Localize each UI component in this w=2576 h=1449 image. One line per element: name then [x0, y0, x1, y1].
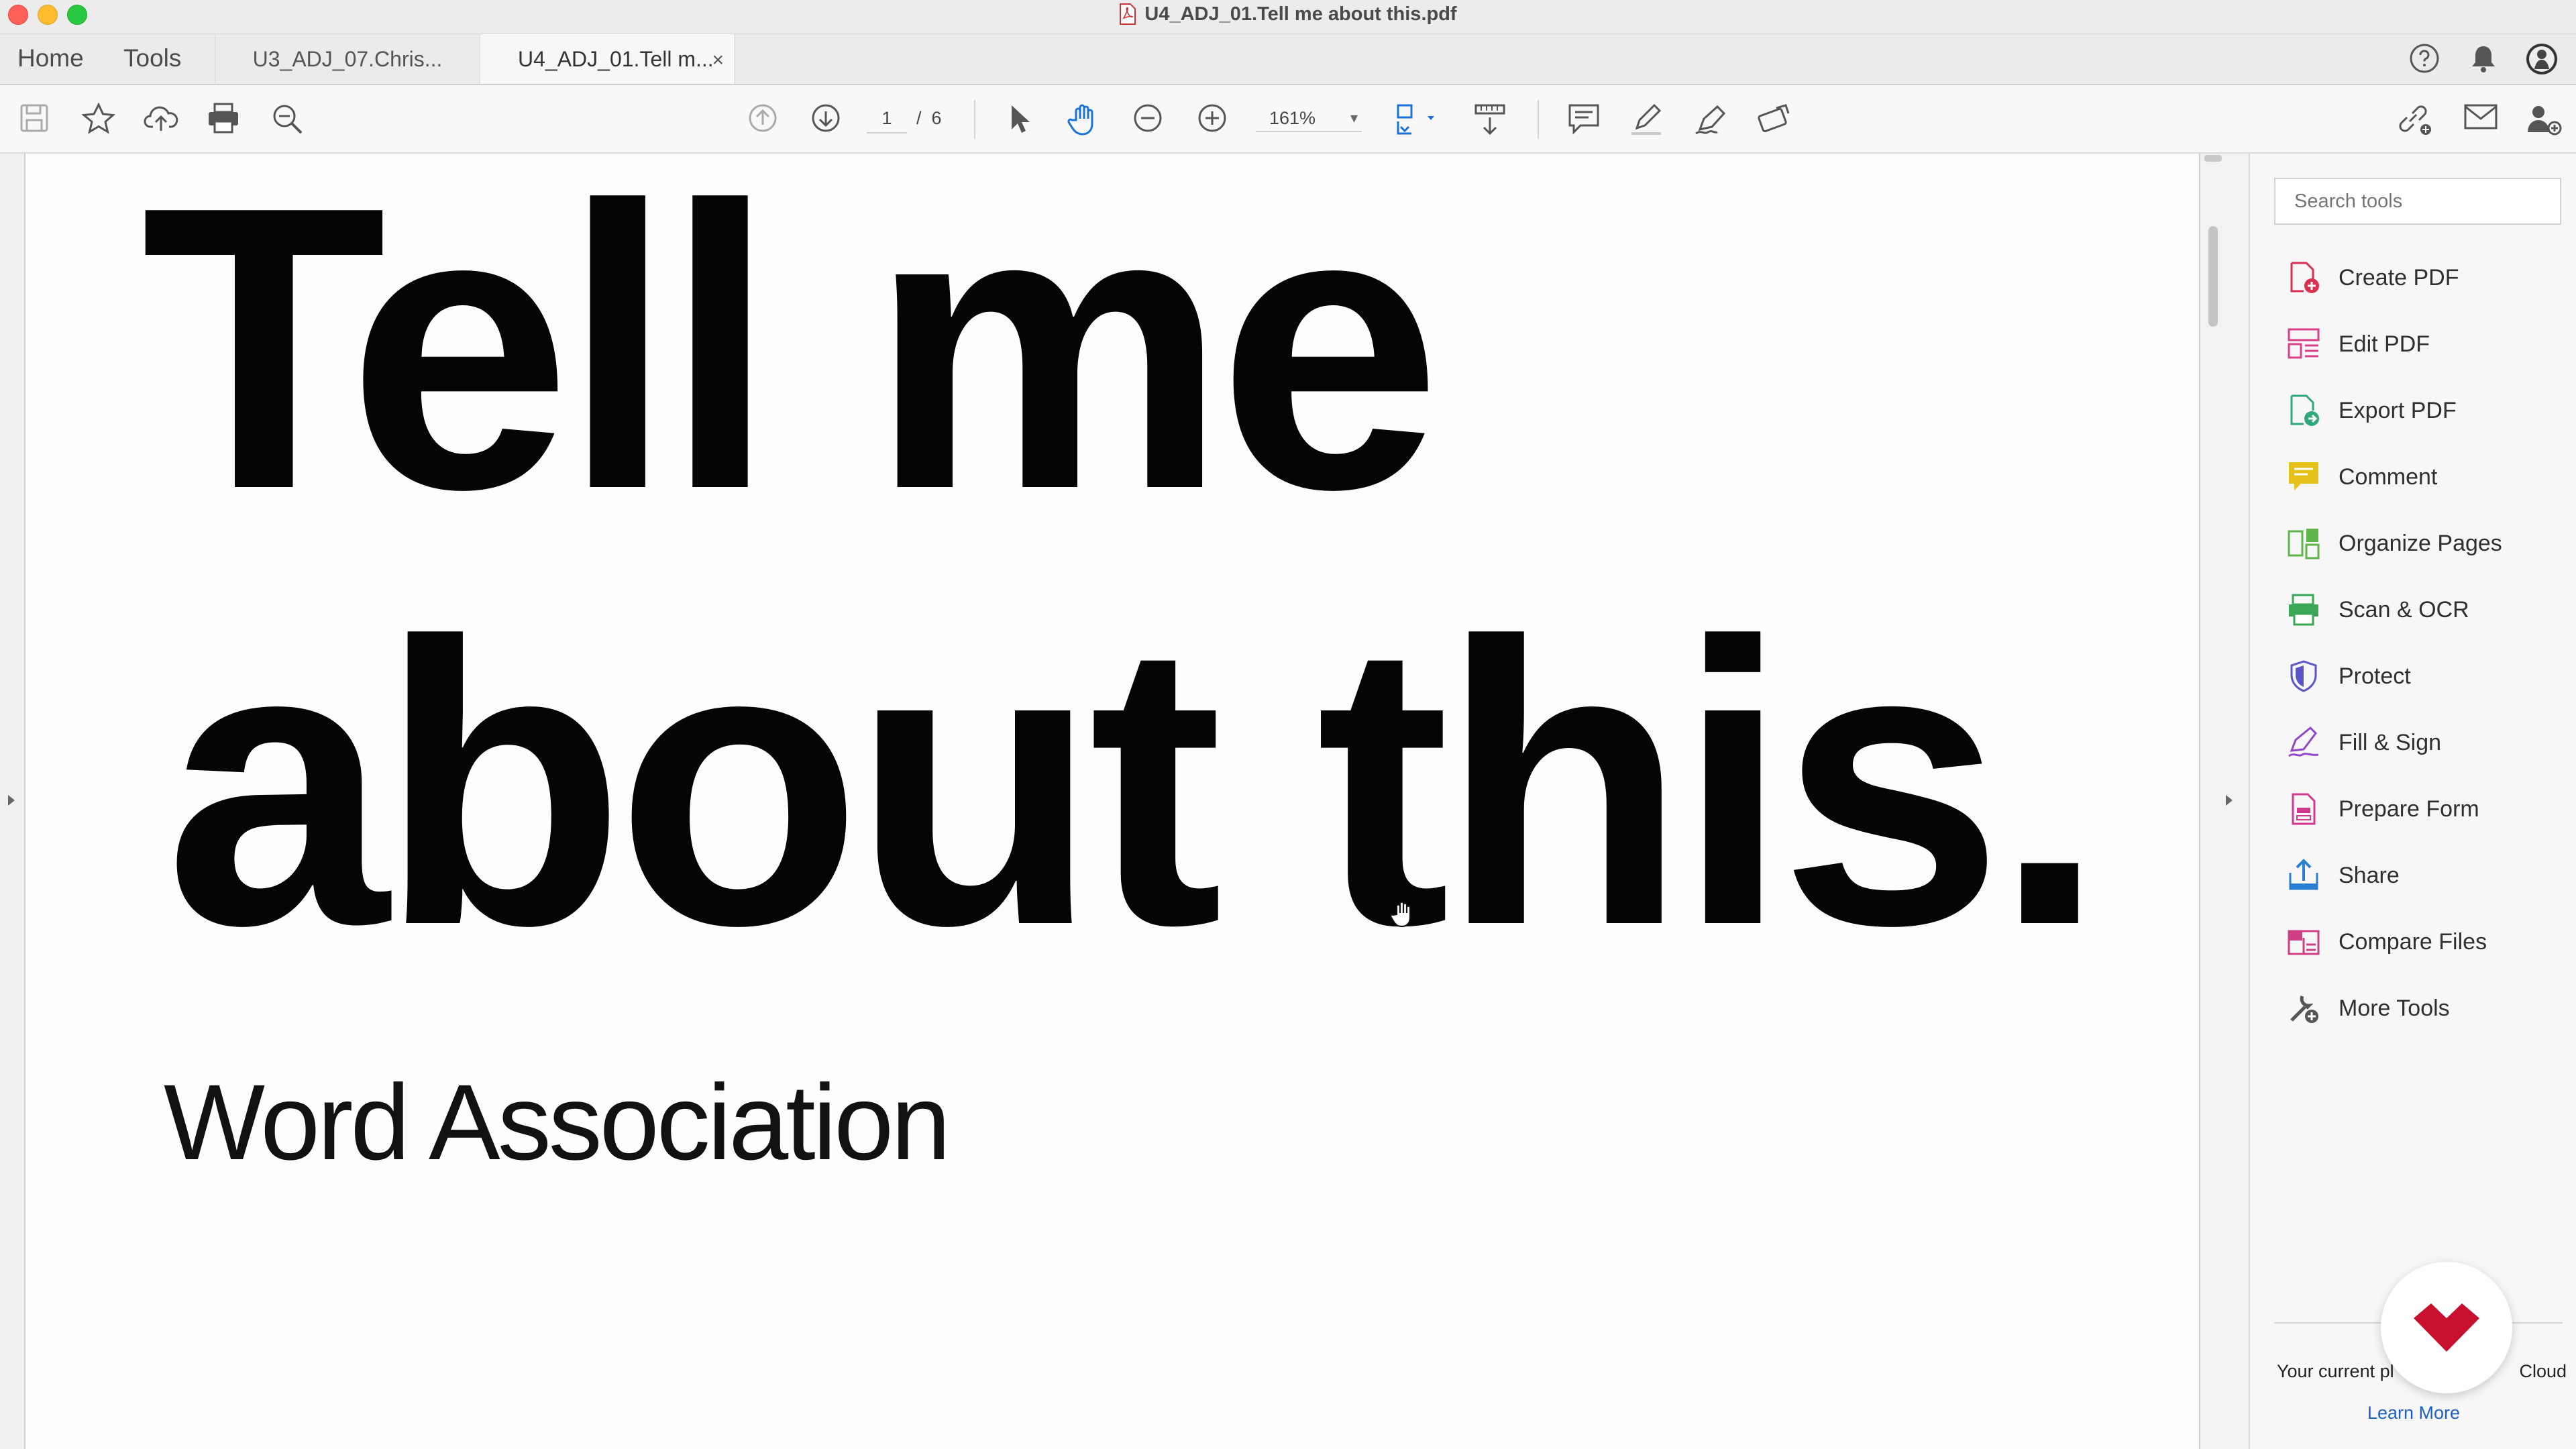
plan-info-text: Your current pl	[2277, 1361, 2394, 1381]
tool-label: Organize Pages	[2339, 530, 2502, 556]
tool-label: Fill & Sign	[2339, 729, 2442, 755]
user-avatar[interactable]	[2525, 42, 2559, 76]
document-viewer[interactable]: Tell me about this. Word Association	[0, 154, 2247, 1449]
create-pdf-icon	[2290, 262, 2319, 293]
tool-comment[interactable]: Comment	[2286, 453, 2568, 500]
edit-text-icon[interactable]	[1756, 103, 1792, 136]
zoom-out-icon[interactable]	[1132, 103, 1163, 133]
export-pdf-icon	[2290, 394, 2319, 426]
pdf-page: Tell me about this. Word Association	[25, 154, 2200, 1449]
page-number-input[interactable]: 1	[867, 104, 907, 133]
document-heading-line-2: about this.	[165, 559, 2106, 1009]
zoom-search-icon[interactable]	[271, 103, 305, 135]
search-tools-input[interactable]	[2274, 178, 2561, 225]
tool-label: More Tools	[2339, 995, 2450, 1021]
share-icon	[2289, 859, 2318, 890]
tool-edit-pdf[interactable]: Edit PDF	[2286, 321, 2568, 368]
zoom-level-select[interactable]: 161% ▾	[1256, 104, 1362, 132]
toolbar-divider	[1538, 100, 1539, 139]
prepare-form-icon	[2292, 793, 2316, 825]
tool-prepare-form[interactable]: Prepare Form	[2286, 786, 2568, 833]
scroll-mode-icon[interactable]	[1473, 103, 1507, 136]
scrollbar-top-cap	[2204, 155, 2222, 162]
page-total: 6	[931, 108, 942, 128]
tool-label: Scan & OCR	[2339, 596, 2469, 623]
compare-files-icon	[2288, 930, 2320, 955]
print-icon[interactable]	[207, 103, 240, 133]
window-title: U4_ADJ_01.Tell me about this.pdf	[0, 0, 2576, 28]
toolbar-divider	[974, 100, 975, 139]
tool-label: Comment	[2339, 464, 2438, 490]
page-separator: /	[916, 108, 922, 128]
fill-sign-icon	[2288, 726, 2319, 757]
tab-bar: Home Tools U3_ADJ_07.Chris... U4_ADJ_01.…	[0, 34, 2576, 85]
more-tools-icon	[2290, 995, 2318, 1023]
tool-more-tools[interactable]: More Tools	[2286, 985, 2568, 1032]
hand-cursor-icon	[1390, 900, 1417, 929]
tool-label: Protect	[2339, 663, 2411, 689]
fit-page-icon[interactable]	[1394, 103, 1437, 136]
tab-document-1[interactable]: U3_ADJ_07.Chris...	[215, 34, 480, 84]
scan-ocr-icon	[2289, 594, 2318, 626]
previous-page-icon[interactable]	[747, 103, 778, 133]
menu-tools[interactable]: Tools	[123, 34, 181, 83]
brand-logo-icon	[2414, 1303, 2479, 1352]
page-count: / 6	[916, 104, 942, 132]
help-icon[interactable]	[2408, 42, 2440, 74]
tool-scan-ocr[interactable]: Scan & OCR	[2286, 586, 2568, 633]
tool-share[interactable]: Share	[2286, 852, 2568, 899]
organize-pages-icon	[2288, 529, 2320, 559]
scrollbar-thumb[interactable]	[2208, 226, 2218, 327]
tool-compare-files[interactable]: Compare Files	[2286, 918, 2568, 965]
notifications-bell-icon[interactable]	[2469, 42, 2498, 74]
zoom-in-icon[interactable]	[1197, 103, 1228, 133]
add-user-icon[interactable]	[2525, 103, 2563, 136]
save-icon[interactable]	[19, 103, 50, 133]
tool-label: Export PDF	[2339, 397, 2457, 423]
comment-icon	[2289, 462, 2318, 490]
window-title-bar: U4_ADJ_01.Tell me about this.pdf	[0, 0, 2576, 34]
window-title-text: U4_ADJ_01.Tell me about this.pdf	[1144, 3, 1457, 25]
plan-info-text-end: Cloud	[2519, 1361, 2567, 1381]
left-panel-gutter	[0, 154, 25, 1449]
protect-icon	[2290, 660, 2317, 692]
pdf-file-icon	[1120, 3, 1136, 25]
edit-pdf-icon	[2288, 328, 2320, 359]
main-toolbar: 1 / 6 161% ▾	[0, 85, 2576, 154]
tool-label: Edit PDF	[2339, 331, 2430, 357]
learn-more-link[interactable]: Learn More	[2250, 1403, 2576, 1424]
email-icon[interactable]	[2463, 103, 2498, 131]
share-link-icon[interactable]	[2395, 103, 2432, 136]
tool-label: Create PDF	[2339, 264, 2459, 290]
expand-left-panel-icon[interactable]	[5, 791, 19, 810]
promo-badge[interactable]	[2381, 1262, 2512, 1393]
tool-organize-pages[interactable]: Organize Pages	[2286, 520, 2568, 567]
tool-label: Share	[2339, 862, 2400, 888]
tool-export-pdf[interactable]: Export PDF	[2286, 387, 2568, 434]
tool-label: Compare Files	[2339, 928, 2487, 955]
select-arrow-icon[interactable]	[1006, 103, 1033, 135]
tab-document-2[interactable]: U4_ADJ_01.Tell m... ×	[480, 34, 735, 84]
hand-tool-icon[interactable]	[1067, 103, 1100, 136]
comment-icon[interactable]	[1567, 103, 1601, 135]
bookmark-star-icon[interactable]	[82, 103, 115, 135]
tool-label: Prepare Form	[2339, 796, 2479, 822]
document-subtitle: Word Association	[164, 1062, 951, 1182]
next-page-icon[interactable]	[810, 103, 841, 133]
sign-pen-icon[interactable]	[1693, 103, 1728, 136]
tools-pane: Create PDF Edit PDF Export PDF Comment O…	[2249, 154, 2576, 1449]
tool-protect[interactable]: Protect	[2286, 653, 2568, 700]
document-heading-line-1: Tell me	[141, 154, 1442, 573]
collapse-right-panel-icon[interactable]	[2223, 791, 2237, 810]
highlight-pen-icon[interactable]	[1629, 103, 1664, 136]
chevron-down-icon: ▾	[1350, 109, 1358, 126]
tool-create-pdf[interactable]: Create PDF	[2286, 254, 2568, 301]
tab-close-icon[interactable]: ×	[712, 49, 724, 72]
tool-fill-sign[interactable]: Fill & Sign	[2286, 719, 2568, 766]
menu-home[interactable]: Home	[17, 34, 84, 83]
upload-cloud-icon[interactable]	[144, 103, 178, 133]
zoom-level-value: 161%	[1269, 108, 1316, 128]
tab-label: U3_ADJ_07.Chris...	[252, 46, 443, 71]
tab-label: U4_ADJ_01.Tell m...	[518, 46, 714, 71]
